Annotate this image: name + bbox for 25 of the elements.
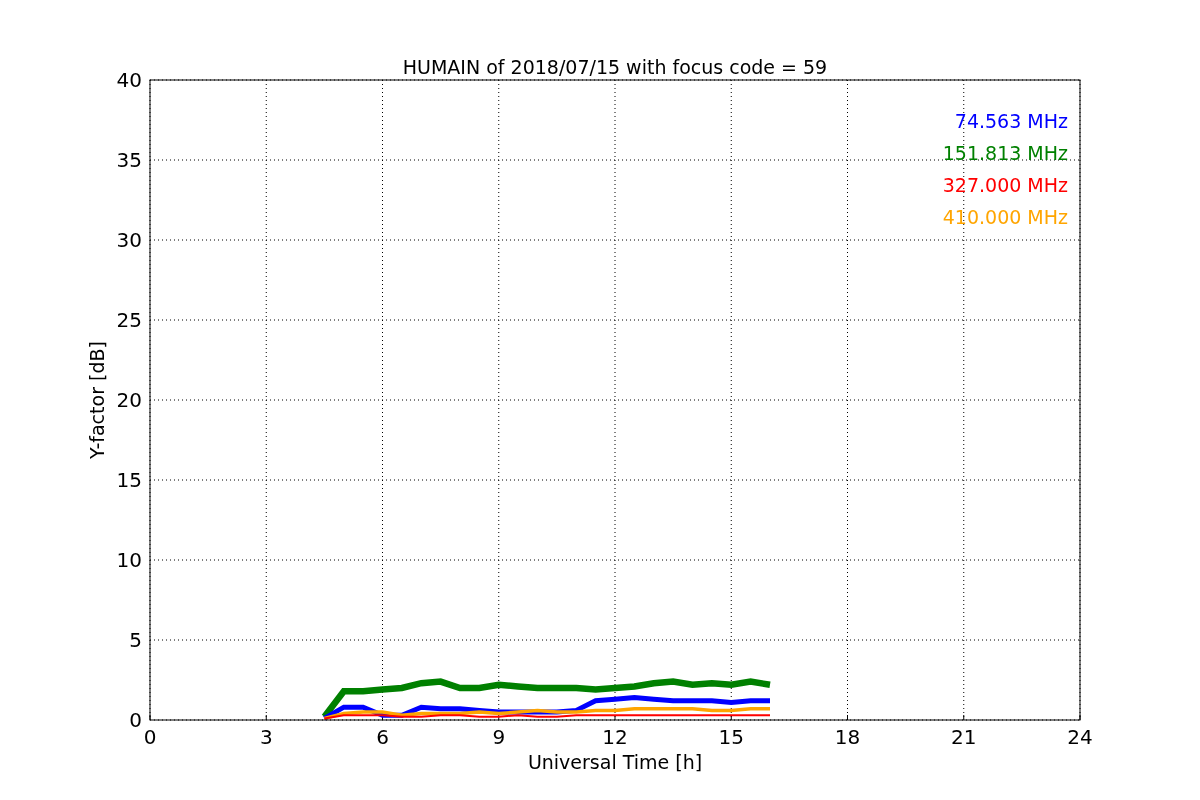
legend-label: 151.813 MHz <box>942 142 1068 164</box>
legend-label: 327.000 MHz <box>942 174 1068 196</box>
x-tick-label: 0 <box>143 725 157 749</box>
legend-label: 74.563 MHz <box>954 110 1068 132</box>
y-axis-label: Y-factor [dB] <box>86 341 108 459</box>
x-tick-label: 3 <box>259 725 273 749</box>
y-tick-label: 40 <box>116 68 142 92</box>
x-tick-label: 9 <box>492 725 506 749</box>
y-tick-label: 5 <box>129 628 142 652</box>
y-tick-label: 35 <box>116 148 142 172</box>
x-axis-label: Universal Time [h] <box>527 751 703 773</box>
x-tick-label: 6 <box>376 725 389 749</box>
legend-label: 410.000 MHz <box>942 206 1068 228</box>
x-tick-label: 21 <box>951 725 977 749</box>
x-tick-label: 12 <box>602 725 628 749</box>
y-tick-label: 10 <box>116 548 142 572</box>
x-tick-label: 24 <box>1067 725 1093 749</box>
y-tick-label: 20 <box>116 388 142 412</box>
x-tick-label: 15 <box>718 725 744 749</box>
y-tick-label: 30 <box>116 228 142 252</box>
chart-title: HUMAIN of 2018/07/15 with focus code = 59 <box>402 56 828 78</box>
x-tick-label: 18 <box>834 725 861 749</box>
y-tick-label: 25 <box>116 308 142 332</box>
y-tick-label: 15 <box>116 468 142 492</box>
y-tick-label: 0 <box>129 708 142 732</box>
